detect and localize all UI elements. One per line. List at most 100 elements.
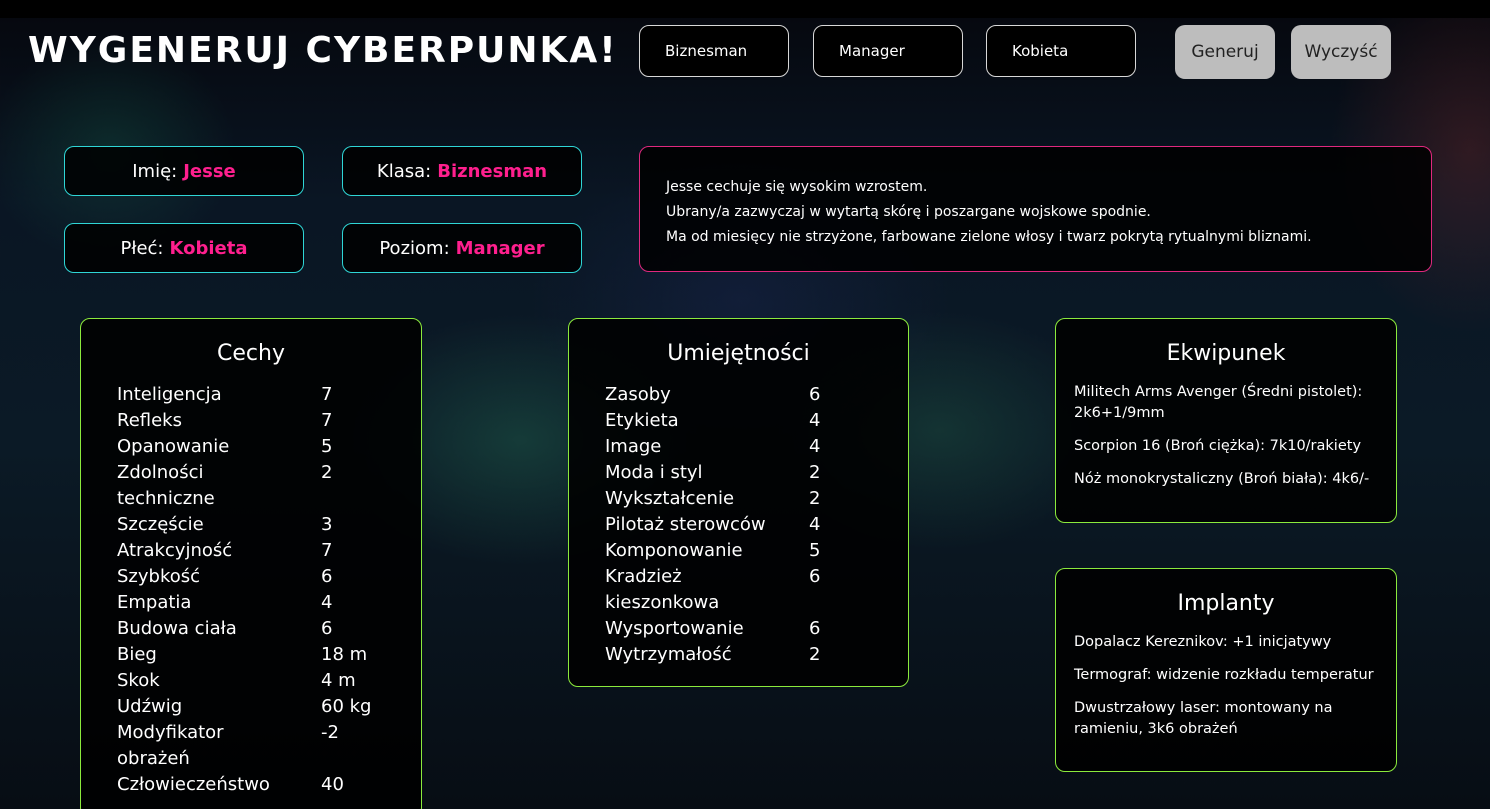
gender-select[interactable]: Kobieta [986,25,1136,77]
trait-row: Empatia 4 [117,590,421,616]
trait-value: 7 [321,410,333,431]
trait-value: 7 [321,384,333,405]
trait-value: 7 [321,540,333,561]
skill-row: Wytrzymałość 2 [605,642,908,668]
skill-name: Pilotaż sterowców [605,514,766,535]
skill-row: Wysportowanie 6 [605,616,908,642]
trait-value: 4 [321,592,333,613]
equipment-panel: Ekwipunek Militech Arms Avenger (Średni … [1055,318,1397,523]
skill-value: 5 [809,540,821,561]
skill-row: Image 4 [605,434,908,460]
skill-value: 4 [809,514,821,535]
trait-value: 18 m [321,644,368,665]
trait-row: Skok 4 m [117,668,421,694]
trait-row: Budowa ciała 6 [117,616,421,642]
trait-name: Bieg [117,644,157,665]
trait-row: Zdolności techniczne 2 [117,460,421,512]
skill-row: Pilotaż sterowców 4 [605,512,908,538]
trait-row: Inteligencja 7 [117,382,421,408]
skill-name: Kradzież kieszonkowa [605,566,720,613]
skill-name: Wykształcenie [605,488,735,509]
class-label: Klasa: [376,160,432,182]
class-box: Klasa: Biznesman [342,146,582,196]
trait-row: Szybkość 6 [117,564,421,590]
trait-value: 3 [321,514,333,535]
trait-name: Szczęście [117,514,204,535]
trait-value: 5 [321,436,333,457]
name-box: Imię: Jesse [64,146,304,196]
trait-name: Refleks [117,410,182,431]
trait-name: Skok [117,670,160,691]
skill-name: Komponowanie [605,540,743,561]
trait-name: Człowieczeństwo [117,774,270,795]
skill-row: Etykieta 4 [605,408,908,434]
skill-name: Etykieta [605,410,679,431]
trait-name: Atrakcyjność [117,540,233,561]
implants-panel: Implanty Dopalacz Kereznikov: +1 inicjat… [1055,568,1397,772]
trait-value: 6 [321,618,333,639]
skill-row: Wykształcenie 2 [605,486,908,512]
trait-name: Zdolności techniczne [117,462,215,509]
description-line: Ubrany/a zazwyczaj w wytartą skórę i pos… [666,204,1151,220]
top-strip [0,0,1490,18]
description-line: Ma od miesięcy nie strzyżone, farbowane … [666,229,1312,245]
level-box: Poziom: Manager [342,223,582,273]
trait-value: 6 [321,566,333,587]
skill-name: Moda i styl [605,462,703,483]
page-title: WYGENERUJ CYBERPUNKA! [28,30,618,71]
gender-label: Płeć: [120,237,164,259]
clear-button[interactable]: Wyczyść [1291,25,1391,79]
skill-value: 6 [809,566,821,587]
trait-value: 4 m [321,670,356,691]
traits-title: Cechy [217,341,285,366]
trait-value: 2 [321,462,333,483]
skill-row: Moda i styl 2 [605,460,908,486]
skill-name: Wytrzymałość [605,644,732,665]
equipment-title: Ekwipunek [1166,341,1286,366]
skills-panel: Umiejętności Zasoby 6 Etykieta 4 Image 4 Mo… [568,318,909,687]
name-value: Jesse [183,160,236,182]
skill-value: 2 [809,462,821,483]
class-select[interactable]: Biznesman [639,25,789,77]
trait-row: Opanowanie 5 [117,434,421,460]
trait-name: Modyfikator obrażeń [117,722,224,769]
skill-name: Wysportowanie [605,618,744,639]
trait-name: Udźwig [117,696,183,717]
implant-item: Dopalacz Kereznikov: +1 inicjatywy [1074,634,1332,650]
skills-title: Umiejętności [667,341,810,366]
implants-title: Implanty [1177,591,1275,616]
skill-row: Zasoby 6 [605,382,908,408]
level-select[interactable]: Manager [813,25,963,77]
trait-row: Atrakcyjność 7 [117,538,421,564]
implant-item: Dwustrzałowy laser: montowany na ramieni… [1074,700,1333,737]
skill-name: Image [605,436,662,457]
skill-value: 6 [809,618,821,639]
trait-row: Udźwig 60 kg [117,694,421,720]
gender-box: Płeć: Kobieta [64,223,304,273]
trait-name: Szybkość [117,566,201,587]
trait-value: 60 kg [321,696,372,717]
skill-value: 6 [809,384,821,405]
trait-row: Szczęście 3 [117,512,421,538]
skill-name: Zasoby [605,384,671,405]
traits-panel: Cechy Inteligencja 7 Refleks 7 Opanowanie 5… [80,318,422,809]
equipment-item: Nóż monokrystaliczny (Broń biała): 4k6/- [1074,471,1370,487]
generate-button[interactable]: Generuj [1175,25,1275,79]
trait-row: Refleks 7 [117,408,421,434]
equipment-item: Scorpion 16 (Broń ciężka): 7k10/rakiety [1074,438,1362,454]
trait-name: Opanowanie [117,436,230,457]
gender-value: Kobieta [169,237,248,259]
level-value: Manager [455,237,545,259]
implant-item: Termograf: widzenie rozkładu temperatur [1074,667,1374,683]
level-label: Poziom: [379,237,450,259]
trait-row: Człowieczeństwo 40 [117,772,421,798]
skill-value: 4 [809,410,821,431]
skill-row: Kradzież kieszonkowa 6 [605,564,908,616]
trait-name: Empatia [117,592,192,613]
description-line: Jesse cechuje się wysokim wzrostem. [666,179,928,195]
trait-name: Budowa ciała [117,618,237,639]
trait-value: -2 [321,722,339,743]
skill-value: 4 [809,436,821,457]
trait-name: Inteligencja [117,384,222,405]
name-label: Imię: [132,160,178,182]
